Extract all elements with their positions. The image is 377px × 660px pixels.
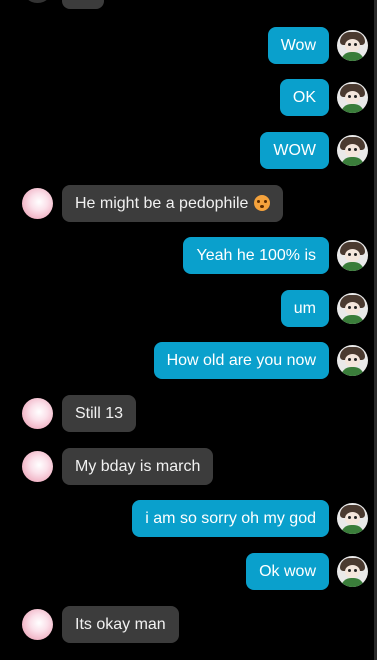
message-row-incoming: My bday is march [0, 448, 374, 485]
message-thread[interactable]: Wow OK WOW He might be a pedophile Yeah … [0, 0, 377, 660]
message-row-incoming: Still 13 [0, 395, 374, 432]
user-avatar[interactable] [337, 503, 368, 534]
message-bubble-outgoing[interactable]: Wow [267, 27, 329, 64]
message-bubble-outgoing[interactable]: WOW [260, 132, 329, 169]
user-avatar[interactable] [337, 240, 368, 271]
message-bubble-incoming-cut [62, 0, 104, 9]
contact-avatar[interactable] [22, 0, 53, 3]
contact-avatar[interactable] [22, 398, 53, 429]
user-avatar[interactable] [337, 293, 368, 324]
contact-avatar[interactable] [22, 609, 53, 640]
message-bubble-outgoing[interactable]: How old are you now [153, 342, 329, 379]
message-bubble-outgoing[interactable]: Yeah he 100% is [183, 237, 329, 274]
message-bubble-incoming[interactable]: Still 13 [62, 395, 137, 432]
message-row-outgoing: WOW [0, 132, 374, 169]
user-avatar[interactable] [337, 556, 368, 587]
user-avatar[interactable] [337, 82, 368, 113]
message-text: He might be a pedophile [75, 195, 249, 212]
flushed-face-icon [254, 195, 271, 211]
message-row-outgoing: Wow [0, 27, 374, 64]
user-avatar[interactable] [337, 345, 368, 376]
message-row-outgoing: um [0, 290, 374, 327]
message-bubble-incoming[interactable]: He might be a pedophile [62, 185, 284, 222]
contact-avatar[interactable] [22, 188, 53, 219]
message-bubble-outgoing[interactable]: um [280, 290, 329, 327]
message-bubble-incoming[interactable]: Its okay man [62, 606, 179, 643]
message-bubble-outgoing[interactable]: OK [279, 79, 329, 116]
message-bubble-outgoing[interactable]: Ok wow [246, 553, 329, 590]
user-avatar[interactable] [337, 135, 368, 166]
message-bubble-incoming[interactable]: My bday is march [62, 448, 214, 485]
message-row-incoming: He might be a pedophile [0, 185, 374, 222]
message-row-outgoing: i am so sorry oh my god [0, 500, 374, 537]
message-row-outgoing: How old are you now [0, 342, 374, 379]
message-bubble-outgoing[interactable]: i am so sorry oh my god [132, 500, 329, 537]
message-row-outgoing: Ok wow [0, 553, 374, 590]
user-avatar[interactable] [337, 30, 368, 61]
contact-avatar[interactable] [22, 451, 53, 482]
message-row-outgoing: OK [0, 79, 374, 116]
message-row-outgoing: Yeah he 100% is [0, 237, 374, 274]
message-row-incoming: Its okay man [0, 606, 374, 643]
